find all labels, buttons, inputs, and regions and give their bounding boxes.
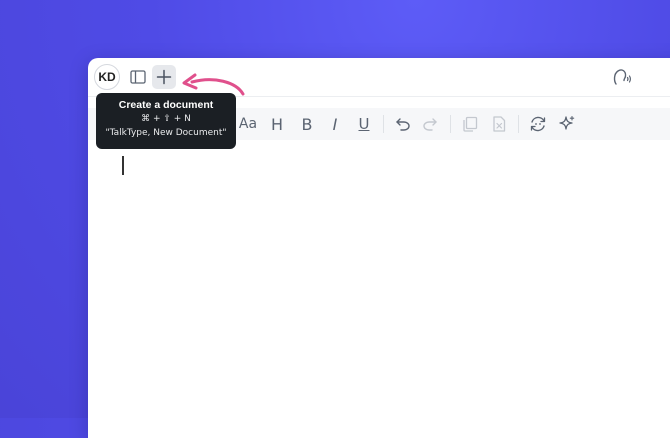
toolbar-separator xyxy=(383,115,384,133)
new-document-button[interactable] xyxy=(152,65,176,89)
sidebar-icon xyxy=(130,70,146,84)
clear-document-icon[interactable] xyxy=(487,112,511,136)
rewrite-icon[interactable] xyxy=(526,112,550,136)
bold-icon[interactable]: B xyxy=(295,112,319,136)
voice-button[interactable] xyxy=(610,66,634,88)
tooltip-shortcut: ⌘ + ⇧ + N xyxy=(141,114,191,124)
text-cursor[interactable] xyxy=(122,156,124,175)
ai-sparkle-icon[interactable] xyxy=(555,112,579,136)
avatar[interactable]: KD xyxy=(94,64,120,90)
sidebar-toggle-button[interactable] xyxy=(126,65,150,89)
redo-icon[interactable] xyxy=(419,112,443,136)
underline-icon[interactable]: U xyxy=(352,112,376,136)
font-size-icon[interactable]: Aa xyxy=(236,112,260,136)
listening-head-icon xyxy=(613,69,631,85)
create-document-tooltip: Create a document ⌘ + ⇧ + N "TalkType, N… xyxy=(96,93,236,149)
tooltip-voice-command: "TalkType, New Document" xyxy=(105,128,227,138)
heading-icon[interactable]: H xyxy=(265,112,289,136)
tooltip-title: Create a document xyxy=(118,99,214,111)
copy-icon[interactable] xyxy=(458,112,482,136)
plus-icon xyxy=(156,69,172,85)
undo-icon[interactable] xyxy=(390,112,414,136)
toolbar-separator xyxy=(518,115,519,133)
italic-icon[interactable]: I xyxy=(323,112,347,136)
toolbar-separator xyxy=(450,115,451,133)
